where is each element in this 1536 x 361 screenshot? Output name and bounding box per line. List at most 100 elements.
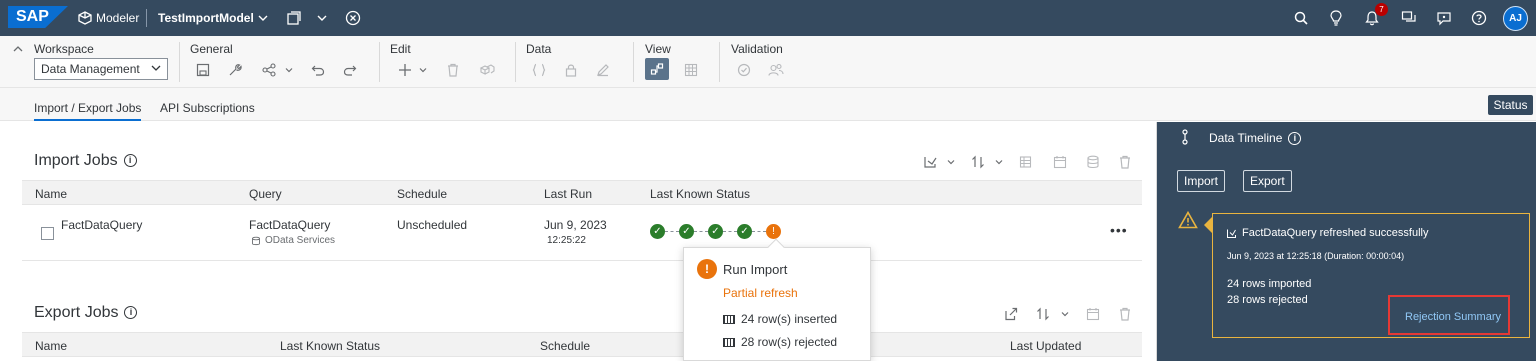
job-last-run-date: Jun 9, 2023 [544, 218, 607, 232]
rows-inserted-text: 24 row(s) inserted [741, 312, 838, 326]
view-label: View [645, 42, 671, 56]
table-settings-icon[interactable] [1018, 153, 1036, 171]
chevron-down-icon[interactable] [942, 153, 960, 171]
rows-inserted: 24 row(s) inserted [723, 312, 837, 326]
data-label: Data [526, 42, 552, 56]
workspace-select-value: Data Management [41, 62, 140, 76]
sort-icon[interactable] [970, 153, 988, 171]
success-status-icon[interactable]: ✓ [708, 223, 723, 239]
info-icon[interactable]: i [1288, 132, 1302, 146]
warning-icon: ! [697, 259, 717, 279]
chevron-down-icon[interactable] [990, 153, 1008, 171]
col-last-updated[interactable]: Last Updated [1010, 339, 1081, 353]
feedback-icon[interactable] [1435, 9, 1453, 27]
success-status-icon[interactable]: ✓ [650, 223, 665, 239]
lock-icon[interactable] [562, 61, 580, 79]
col-schedule[interactable]: Schedule [397, 187, 447, 201]
users-icon[interactable] [767, 61, 785, 79]
chevron-down-icon[interactable] [1056, 305, 1074, 323]
delete-icon[interactable] [1116, 153, 1134, 171]
panel-title: Data Timeline i [1209, 131, 1302, 146]
import-jobs-title: Import Jobs i [34, 152, 137, 170]
sap-logo[interactable]: SAP [8, 6, 68, 28]
app-name: Modeler [96, 11, 140, 25]
versions-icon[interactable] [285, 9, 303, 27]
tab-import-export-jobs[interactable]: Import / Export Jobs [34, 101, 142, 121]
import-icon[interactable] [922, 153, 940, 171]
import-button[interactable]: Import [1177, 170, 1226, 192]
col-schedule[interactable]: Schedule [540, 339, 590, 353]
col-last-run[interactable]: Last Run [544, 187, 592, 201]
formula-icon[interactable] [530, 61, 548, 79]
import-jobs-title-text: Import Jobs [34, 152, 118, 169]
delete-icon[interactable] [1116, 305, 1134, 323]
add-icon[interactable] [396, 61, 414, 79]
notification-headline-text: FactDataQuery refreshed successfully [1242, 227, 1429, 239]
notification-timestamp: Jun 9, 2023 at 12:25:18 (Duration: 00:00… [1227, 251, 1405, 261]
panel-title-text: Data Timeline [1209, 131, 1283, 145]
col-query[interactable]: Query [249, 187, 282, 201]
avatar[interactable]: AJ [1503, 6, 1528, 31]
cubes-icon[interactable] [478, 61, 496, 79]
tab-api-subscriptions[interactable]: API Subscriptions [160, 101, 255, 115]
shell-bar: SAP Modeler TestImportModel 7 AJ [0, 0, 1536, 36]
import-icon [1227, 229, 1236, 238]
help-icon[interactable] [1470, 9, 1488, 27]
export-jobs-header: Name Last Known Status Schedule Last Upd… [22, 332, 1142, 357]
calendar-icon[interactable] [1051, 153, 1069, 171]
save-icon[interactable] [194, 61, 212, 79]
popover-subtitle: Partial refresh [723, 286, 798, 300]
tab-strip: Import / Export Jobs API Subscriptions [0, 88, 1536, 121]
info-icon[interactable]: i [123, 154, 137, 168]
wrench-icon[interactable] [226, 61, 244, 79]
export-icon[interactable] [1002, 305, 1020, 323]
job-query: FactDataQuery [249, 218, 331, 232]
chevron-down-icon[interactable] [254, 9, 272, 27]
warning-status-icon[interactable]: ! [766, 223, 781, 239]
info-icon[interactable]: i [124, 306, 138, 320]
col-last-known-status[interactable]: Last Known Status [280, 339, 380, 353]
notification-badge: 7 [1375, 3, 1388, 16]
col-name[interactable]: Name [35, 187, 67, 201]
more-actions-icon[interactable]: ••• [1110, 222, 1128, 238]
job-last-run-time: 12:25:22 [547, 235, 586, 246]
close-icon[interactable] [344, 9, 362, 27]
col-last-known-status[interactable]: Last Known Status [650, 187, 750, 201]
success-status-icon[interactable]: ✓ [679, 223, 694, 239]
pencil-icon[interactable] [594, 61, 612, 79]
table-icon [723, 314, 735, 324]
view-structure-button[interactable] [645, 58, 669, 80]
workspace-select[interactable]: Data Management [34, 58, 168, 80]
popover-title: Run Import [723, 262, 788, 277]
chevron-down-icon[interactable] [414, 61, 432, 79]
chevron-down-icon[interactable] [313, 9, 331, 27]
table-row[interactable] [22, 207, 1142, 261]
general-label: General [190, 42, 233, 56]
lightbulb-icon[interactable] [1327, 9, 1345, 27]
collapse-icon[interactable] [9, 40, 27, 58]
search-icon[interactable] [1292, 9, 1310, 27]
row-checkbox[interactable] [41, 227, 54, 240]
delete-icon[interactable] [444, 61, 462, 79]
query-source: OData Services [251, 235, 335, 246]
model-name[interactable]: TestImportModel [158, 0, 254, 36]
import-jobs-header: Name Query Schedule Last Run Last Known … [22, 180, 1142, 205]
database-icon[interactable] [1084, 153, 1102, 171]
share-icon[interactable] [261, 61, 279, 79]
sort-icon[interactable] [1035, 305, 1053, 323]
status-chain[interactable]: ✓ ✓ ✓ ✓ ! [650, 223, 781, 239]
grid-icon[interactable] [682, 61, 700, 79]
status-button[interactable]: Status [1488, 95, 1533, 115]
col-name[interactable]: Name [35, 339, 67, 353]
chevron-down-icon[interactable] [280, 61, 298, 79]
success-status-icon[interactable]: ✓ [737, 223, 752, 239]
calendar-icon[interactable] [1084, 305, 1102, 323]
chat-icon[interactable] [1400, 9, 1418, 27]
modeler-cube-icon [76, 9, 94, 27]
check-circle-icon[interactable] [735, 61, 753, 79]
export-button[interactable]: Export [1243, 170, 1292, 192]
redo-icon[interactable] [341, 61, 359, 79]
job-name: FactDataQuery [61, 218, 143, 232]
undo-icon[interactable] [309, 61, 327, 79]
rejection-summary-link[interactable]: Rejection Summary [1405, 311, 1501, 323]
